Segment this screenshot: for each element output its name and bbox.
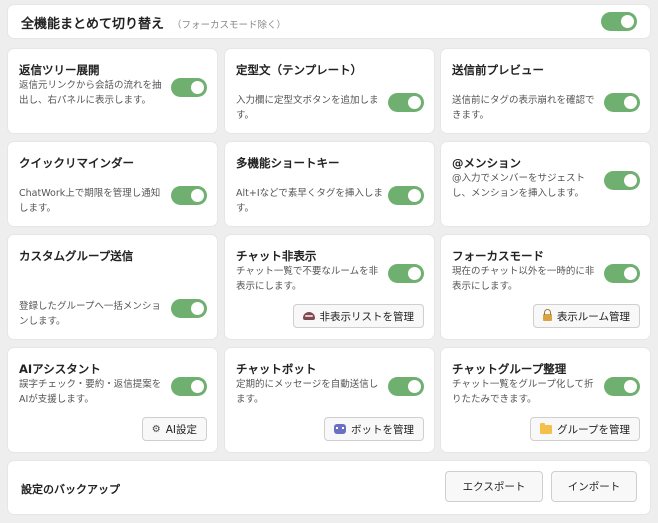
card-description: Alt+Iなどで素早くタグを挿入します。 xyxy=(236,188,383,214)
custom-group-send-toggle[interactable] xyxy=(171,299,207,318)
lock-icon xyxy=(542,309,552,321)
manage-hidden-list-button[interactable]: 非表示リストを管理 xyxy=(292,304,424,328)
card-template: 定型文（テンプレート） 入力欄に定型文ボタンを追加します。 xyxy=(225,49,434,133)
card-title: 定型文（テンプレート） xyxy=(236,63,363,77)
card-description: チャット一覧で不要なルームを非表示にします。 xyxy=(236,266,379,292)
card-custom-group-send: カスタムグループ送信 登録したグループへ一括メンションします。 xyxy=(8,235,217,339)
card-title: カスタムグループ送信 xyxy=(19,249,134,263)
master-toggle-switch[interactable] xyxy=(601,12,637,31)
card-title: @メンション xyxy=(452,156,521,170)
card-description: 登録したグループへ一括メンションします。 xyxy=(19,301,161,327)
card-title: 返信ツリー展開 xyxy=(19,63,100,77)
chat-group-organize-toggle[interactable] xyxy=(604,377,640,396)
card-focus-mode: フォーカスモード 現在のチャット以外を一時的に非表示にします。 表示ルーム管理 xyxy=(441,235,650,339)
card-chat-group-organize: チャットグループ整理 チャット一覧をグループ化して折りたたみできます。 グループ… xyxy=(441,348,650,452)
focus-mode-toggle[interactable] xyxy=(604,264,640,283)
card-ai-assistant: AIアシスタント 誤字チェック・要約・返信提案をAIが支援します。 ⚙ AI設定 xyxy=(8,348,217,452)
card-description: 定期的にメッセージを自動送信します。 xyxy=(236,379,379,405)
card-title: フォーカスモード xyxy=(452,249,544,263)
card-shortcut-keys: 多機能ショートキー Alt+Iなどで素早くタグを挿入します。 xyxy=(225,142,434,226)
send-preview-toggle[interactable] xyxy=(604,93,640,112)
card-description: 返信元リンクから会話の流れを抽出し、右パネルに表示します。 xyxy=(19,80,162,106)
card-title: クイックリマインダー xyxy=(19,156,134,170)
reply-tree-toggle[interactable] xyxy=(171,78,207,97)
manage-bots-button[interactable]: ボットを管理 xyxy=(324,417,424,441)
card-description: チャット一覧をグループ化して折りたたみできます。 xyxy=(452,379,594,405)
card-send-preview: 送信前プレビュー 送信前にタグの表示崩れを確認できます。 xyxy=(441,49,650,133)
master-toggle-title: 全機能まとめて切り替え （フォーカスモード除く） xyxy=(21,13,286,32)
quick-reminder-toggle[interactable] xyxy=(171,186,207,205)
card-title: 送信前プレビュー xyxy=(452,63,544,77)
card-description: 送信前にタグの表示崩れを確認できます。 xyxy=(452,95,595,121)
export-button[interactable]: エクスポート xyxy=(445,471,543,502)
backup-panel: 設定のバックアップ エクスポート インポート xyxy=(8,461,650,514)
card-mention: @メンション @入力でメンバーをサジェストし、メンションを挿入します。 xyxy=(441,142,650,226)
card-description: 入力欄に定型文ボタンを追加します。 xyxy=(236,95,379,121)
manage-visible-rooms-button[interactable]: 表示ルーム管理 xyxy=(532,304,640,328)
card-description: @入力でメンバーをサジェストし、メンションを挿入します。 xyxy=(452,173,586,199)
card-title: チャット非表示 xyxy=(236,249,317,263)
robot-icon xyxy=(334,424,346,434)
chatbot-toggle[interactable] xyxy=(388,377,424,396)
backup-title: 設定のバックアップ xyxy=(21,483,120,496)
button-label: 表示ルーム管理 xyxy=(556,310,630,323)
button-label: ボットを管理 xyxy=(351,423,414,436)
card-title: 多機能ショートキー xyxy=(236,156,340,170)
card-description: ChatWork上で期限を管理し通知します。 xyxy=(19,188,161,214)
button-label: AI設定 xyxy=(165,423,197,436)
ai-assistant-toggle[interactable] xyxy=(171,377,207,396)
card-title: AIアシスタント xyxy=(19,362,101,376)
spy-icon xyxy=(302,312,315,320)
mention-toggle[interactable] xyxy=(604,171,640,190)
card-reply-tree: 返信ツリー展開 返信元リンクから会話の流れを抽出し、右パネルに表示します。 xyxy=(8,49,217,133)
shortcut-keys-toggle[interactable] xyxy=(388,186,424,205)
card-description: 誤字チェック・要約・返信提案をAIが支援します。 xyxy=(19,379,162,405)
template-toggle[interactable] xyxy=(388,93,424,112)
folder-icon xyxy=(540,423,553,434)
card-description: 現在のチャット以外を一時的に非表示にします。 xyxy=(452,266,595,292)
master-toggle-subtitle: （フォーカスモード除く） xyxy=(172,20,287,31)
import-button[interactable]: インポート xyxy=(551,471,637,502)
chat-hide-toggle[interactable] xyxy=(388,264,424,283)
ai-settings-button[interactable]: ⚙ AI設定 xyxy=(141,417,207,441)
card-chat-hide: チャット非表示 チャット一覧で不要なルームを非表示にします。 非表示リストを管理 xyxy=(225,235,434,339)
card-title: チャットボット xyxy=(236,362,317,376)
master-title-text: 全機能まとめて切り替え xyxy=(21,17,165,32)
card-title: チャットグループ整理 xyxy=(452,362,567,376)
master-toggle-panel: 全機能まとめて切り替え （フォーカスモード除く） xyxy=(8,5,650,38)
card-chatbot: チャットボット 定期的にメッセージを自動送信します。 ボットを管理 xyxy=(225,348,434,452)
gear-icon: ⚙ xyxy=(151,423,161,435)
button-label: グループを管理 xyxy=(557,423,630,436)
button-label: 非表示リストを管理 xyxy=(319,310,415,323)
manage-groups-button[interactable]: グループを管理 xyxy=(530,417,640,441)
card-quick-reminder: クイックリマインダー ChatWork上で期限を管理し通知します。 xyxy=(8,142,217,226)
